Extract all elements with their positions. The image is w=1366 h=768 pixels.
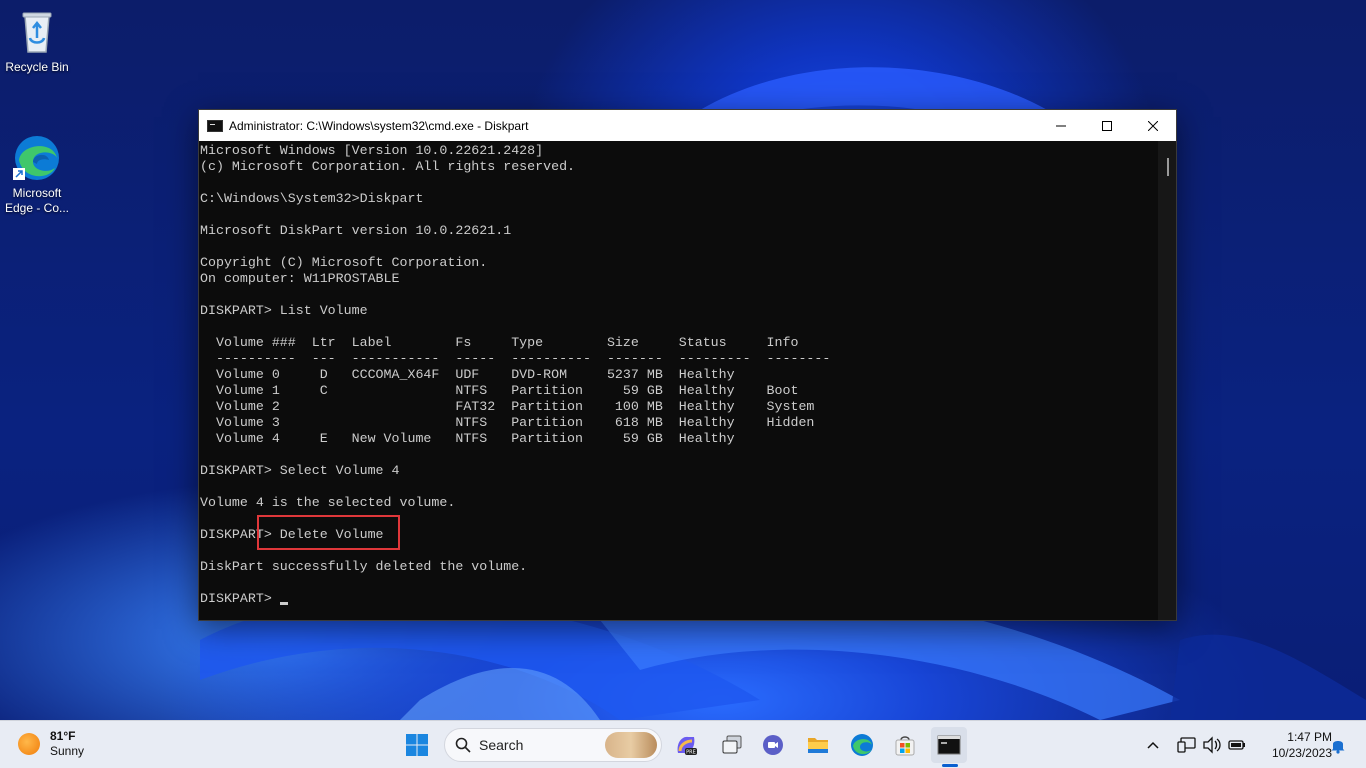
weather-widget[interactable]: 81°F Sunny: [18, 729, 84, 759]
teams-meet-icon: [763, 735, 783, 755]
desktop-icon-label: Recycle Bin: [5, 60, 69, 74]
cmd-icon: [207, 119, 223, 132]
clock-time: 1:47 PM: [1287, 730, 1332, 744]
sun-icon: [18, 733, 40, 755]
edge-icon: [13, 119, 61, 180]
search-highlight-image: [605, 732, 657, 758]
window-title: Administrator: C:\Windows\system32\cmd.e…: [229, 118, 529, 133]
meet-button[interactable]: [755, 727, 791, 763]
volume-button[interactable]: [1202, 733, 1222, 757]
volume-icon: [1203, 736, 1221, 754]
edge-icon: [851, 734, 873, 756]
close-icon: [1148, 120, 1158, 131]
console-line: Volume ### Ltr Label Fs Type Size Status…: [200, 335, 799, 350]
desktop-icon-recycle-bin[interactable]: Recycle Bin: [0, 8, 74, 75]
clock-date: 10/23/2023: [1271, 746, 1332, 760]
copilot-icon: PRE: [677, 736, 697, 756]
start-button[interactable]: [399, 727, 435, 763]
console-line: Volume 4 is the selected volume.: [200, 495, 456, 510]
network-icon: [1177, 737, 1196, 753]
terminal-button[interactable]: [931, 727, 967, 763]
console-line: Microsoft DiskPart version 10.0.22621.1: [200, 223, 512, 238]
console-line: Volume 3 NTFS Partition 618 MB Healthy H…: [200, 415, 815, 430]
show-hidden-icons-button[interactable]: [1146, 733, 1160, 757]
taskbar: 81°F Sunny Search PRE 1:47 PM 10/23/2023: [0, 720, 1366, 768]
cmd-window[interactable]: Administrator: C:\Windows\system32\cmd.e…: [198, 109, 1177, 621]
file-explorer-button[interactable]: [800, 727, 836, 763]
console-line: Volume 2 FAT32 Partition 100 MB Healthy …: [200, 399, 815, 414]
close-button[interactable]: [1130, 110, 1176, 141]
store-button[interactable]: [887, 727, 923, 763]
console-line: DiskPart successfully deleted the volume…: [200, 559, 528, 574]
recycle-bin-icon: [13, 8, 61, 56]
network-button[interactable]: [1177, 733, 1197, 757]
console-line: DISKPART> List Volume: [200, 303, 368, 318]
console-line: Copyright (C) Microsoft Corporation.: [200, 255, 488, 270]
windows-logo-icon: [406, 734, 428, 756]
copilot-button[interactable]: PRE: [668, 727, 704, 763]
edge-button[interactable]: [844, 727, 880, 763]
search-icon: [455, 737, 471, 753]
highlight-annotation: [257, 515, 400, 550]
minimize-button[interactable]: [1038, 110, 1084, 141]
vertical-scrollbar[interactable]: [1158, 141, 1176, 620]
console-line: On computer: W11PROSTABLE: [200, 271, 400, 286]
active-app-indicator: [942, 764, 958, 767]
console-line: Volume 4 E New Volume NTFS Partition 59 …: [200, 431, 735, 446]
search-label: Search: [479, 737, 524, 753]
console-line: (c) Microsoft Corporation. All rights re…: [200, 159, 576, 174]
console-line: Microsoft Windows [Version 10.0.22621.24…: [200, 143, 544, 158]
bell-icon: [1331, 741, 1345, 754]
chevron-up-icon: [1147, 741, 1159, 749]
console-line: C:\Windows\System32>Diskpart: [200, 191, 424, 206]
task-view-icon: [722, 735, 742, 754]
maximize-button[interactable]: [1084, 110, 1130, 141]
task-view-button[interactable]: [714, 727, 750, 763]
maximize-icon: [1102, 120, 1112, 131]
file-explorer-icon: [808, 738, 828, 753]
svg-text:PRE: PRE: [686, 750, 696, 756]
console-line: Volume 1 C NTFS Partition 59 GB Healthy …: [200, 383, 799, 398]
desktop-icon-edge[interactable]: Microsoft Edge - Co...: [0, 104, 74, 231]
minimize-icon: [1056, 125, 1066, 126]
console-line: DISKPART> Select Volume 4: [200, 463, 400, 478]
console-line: Volume 0 D CCCOMA_X64F UDF DVD-ROM 5237 …: [200, 367, 735, 382]
battery-icon: [1228, 740, 1245, 750]
notifications-button[interactable]: [1330, 733, 1346, 757]
console-line: ---------- --- ----------- ----- -------…: [200, 351, 831, 366]
store-icon: [895, 736, 915, 756]
battery-button[interactable]: [1227, 733, 1247, 757]
taskbar-clock[interactable]: 1:47 PM 10/23/2023: [1252, 729, 1332, 761]
console-prompt: DISKPART>: [200, 591, 280, 606]
console-prompt-line[interactable]: DISKPART>: [200, 591, 1158, 607]
weather-condition: Sunny: [50, 744, 85, 758]
weather-temp: 81°F: [50, 729, 76, 743]
scrollbar-thumb[interactable]: [1167, 158, 1169, 176]
window-titlebar[interactable]: Administrator: C:\Windows\system32\cmd.e…: [199, 110, 1176, 141]
desktop-icon-label: Microsoft Edge - Co...: [4, 186, 70, 215]
terminal-icon: [937, 735, 961, 755]
taskbar-search[interactable]: Search: [444, 728, 662, 762]
text-cursor: [279, 602, 288, 605]
